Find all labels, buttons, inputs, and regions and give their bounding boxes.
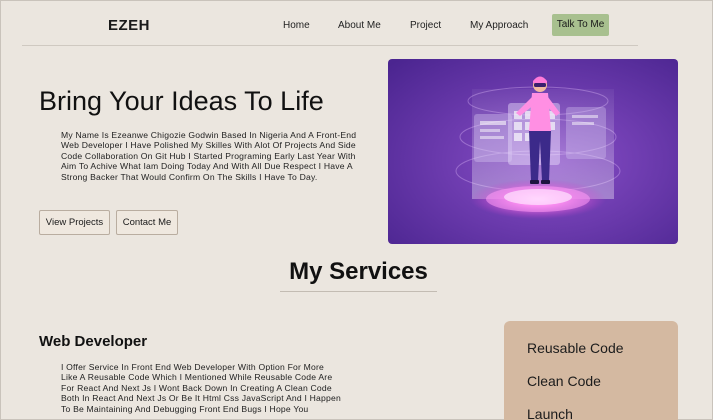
hero-description: My Name Is Ezeanwe Chigozie Godwin Based… (61, 130, 357, 182)
view-projects-button[interactable]: View Projects (39, 210, 110, 235)
hero-title: Bring Your Ideas To Life (39, 86, 324, 116)
service-features-card: Reusable Code Clean Code Launch (504, 321, 678, 420)
top-nav: EZEH Home About Me Project My Approach T… (0, 0, 713, 46)
service-heading: Web Developer (39, 333, 148, 350)
nav-link-approach[interactable]: My Approach (470, 20, 528, 31)
nav-link-about[interactable]: About Me (338, 20, 381, 31)
feature-item-reusable-code: Reusable Code (527, 340, 624, 356)
contact-me-button[interactable]: Contact Me (116, 210, 178, 235)
nav-divider (22, 45, 638, 46)
talk-to-me-button[interactable]: Talk To Me (552, 14, 609, 36)
vr-developer-illustration (388, 59, 678, 244)
nav-link-home[interactable]: Home (283, 20, 310, 31)
hero-illustration-svg (388, 59, 678, 244)
services-title: My Services (289, 258, 428, 285)
services-title-underline (280, 291, 437, 292)
feature-item-clean-code: Clean Code (527, 373, 601, 389)
service-description: I Offer Service In Front End Web Develop… (61, 362, 341, 414)
brand-logo[interactable]: EZEH (108, 17, 150, 34)
nav-link-project[interactable]: Project (410, 20, 441, 31)
feature-item-launch: Launch (527, 406, 573, 420)
